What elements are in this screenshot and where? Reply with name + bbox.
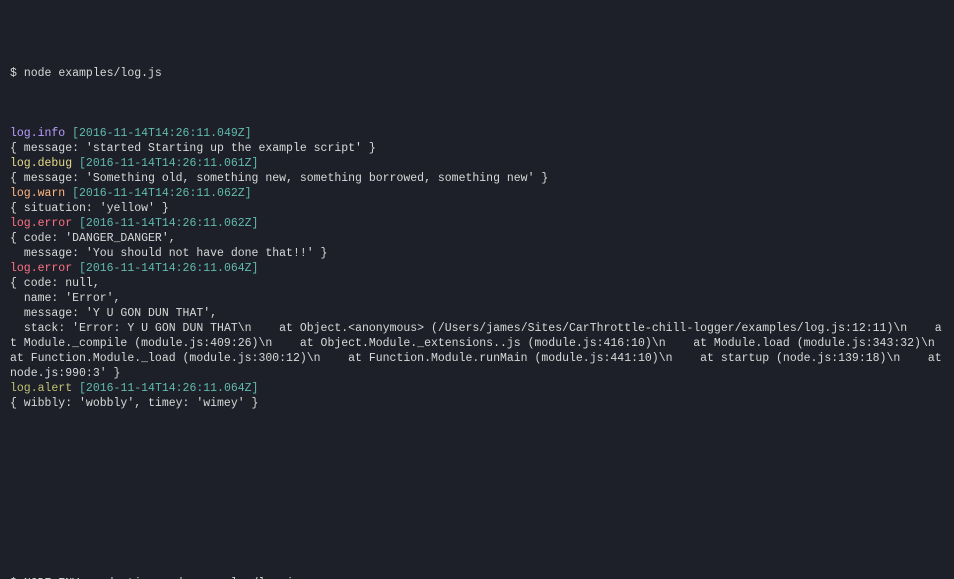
log-timestamp: [2016-11-14T14:26:11.061Z] <box>79 157 258 170</box>
blank-line <box>10 501 944 516</box>
log-header: log.alert [2016-11-14T14:26:11.064Z] <box>10 381 944 396</box>
log-body: { message: 'Something old, something new… <box>10 171 944 186</box>
log-body: { situation: 'yellow' } <box>10 201 944 216</box>
prompt-glyph: $ <box>10 67 17 80</box>
log-timestamp: [2016-11-14T14:26:11.049Z] <box>72 127 251 140</box>
log-level: log.error <box>10 217 72 230</box>
log-level: log.debug <box>10 157 72 170</box>
log-body: { code: null, name: 'Error', message: 'Y… <box>10 276 944 381</box>
log-header: log.debug [2016-11-14T14:26:11.061Z] <box>10 156 944 171</box>
log-header: log.info [2016-11-14T14:26:11.049Z] <box>10 126 944 141</box>
log-body: { code: 'DANGER_DANGER', message: 'You s… <box>10 231 944 261</box>
terminal[interactable]: $ node examples/log.js log.info [2016-11… <box>0 0 954 579</box>
log-level: log.info <box>10 127 65 140</box>
log-timestamp: [2016-11-14T14:26:11.062Z] <box>72 187 251 200</box>
log-level: log.alert <box>10 382 72 395</box>
command-line: $ node examples/log.js <box>10 66 944 81</box>
log-body: { wibbly: 'wobbly', timey: 'wimey' } <box>10 396 944 411</box>
log-timestamp: [2016-11-14T14:26:11.062Z] <box>79 217 258 230</box>
log-entries-dev: log.info [2016-11-14T14:26:11.049Z]{ mes… <box>10 126 944 411</box>
log-body: { message: 'started Starting up the exam… <box>10 141 944 156</box>
log-timestamp: [2016-11-14T14:26:11.064Z] <box>79 262 258 275</box>
blank-line <box>10 456 944 471</box>
command-text: node examples/log.js <box>24 67 162 80</box>
log-level: log.warn <box>10 187 65 200</box>
log-header: log.warn [2016-11-14T14:26:11.062Z] <box>10 186 944 201</box>
log-level: log.error <box>10 262 72 275</box>
log-timestamp: [2016-11-14T14:26:11.064Z] <box>79 382 258 395</box>
log-header: log.error [2016-11-14T14:26:11.064Z] <box>10 261 944 276</box>
log-header: log.error [2016-11-14T14:26:11.062Z] <box>10 216 944 231</box>
